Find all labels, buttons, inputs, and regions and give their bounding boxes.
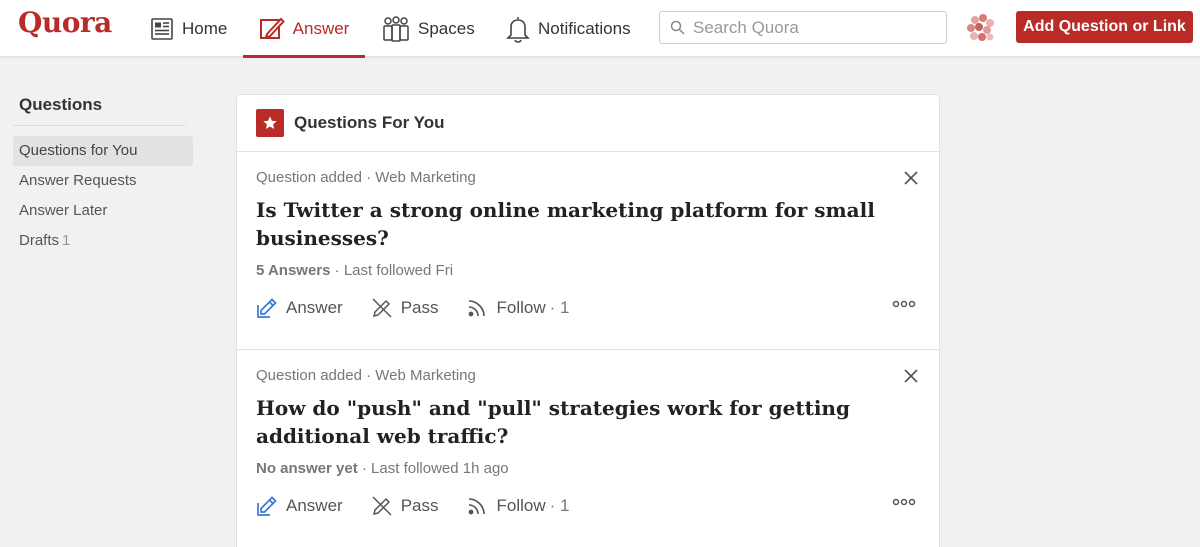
question-meta: Question added · Web Marketing (256, 367, 476, 384)
pass-button[interactable]: Pass (371, 297, 439, 319)
bell-icon (506, 16, 530, 43)
people-group-icon (383, 15, 409, 42)
rss-icon (469, 300, 486, 317)
last-followed: · Last followed Fri (330, 262, 454, 279)
search-icon (670, 20, 685, 35)
follow-label: Follow (496, 298, 546, 317)
user-avatar[interactable] (963, 10, 999, 46)
question-title[interactable]: How do "push" and "pull" strategies work… (256, 394, 876, 450)
last-followed: · Last followed 1h ago (357, 460, 509, 477)
close-icon[interactable] (903, 368, 919, 384)
star-icon (256, 109, 284, 137)
answer-count[interactable]: 5 Answers (256, 262, 330, 279)
question-meta: Question added · Web Marketing (256, 169, 476, 186)
sidebar-item-answer-requests[interactable]: Answer Requests (13, 166, 193, 196)
follow-count: · 1 (549, 496, 570, 515)
question-card: Question added · Web Marketing How do "p… (237, 350, 939, 547)
question-stats: No answer yet · Last followed 1h ago (256, 459, 920, 479)
follow-button[interactable]: Follow · 1 (466, 297, 569, 319)
nav-answer-label: Answer (292, 18, 350, 38)
answer-label: Answer (286, 298, 343, 317)
sidebar-item-label: Drafts (19, 232, 60, 249)
question-stats: 5 Answers · Last followed Fri (256, 261, 920, 281)
nav-answer[interactable]: Answer (243, 0, 365, 58)
answer-count[interactable]: No answer yet (256, 460, 358, 477)
sidebar-item-label: Questions for You (19, 142, 138, 159)
nav-spaces-label: Spaces (418, 18, 475, 38)
answer-button[interactable]: Answer (256, 297, 343, 319)
sidebar-item-drafts[interactable]: Drafts 1 (13, 226, 193, 256)
question-actions: Answer Pass Follow · 1 (256, 491, 920, 521)
nav-home-label: Home (182, 18, 228, 38)
follow-count: · 1 (549, 298, 570, 317)
nav-notifications-label: Notifications (538, 18, 631, 38)
follow-button[interactable]: Follow · 1 (466, 495, 569, 517)
pencil-icon (257, 496, 277, 516)
more-options-icon[interactable] (892, 300, 916, 308)
questions-feed: Questions For You Question added · Web M… (236, 94, 940, 547)
more-options-icon[interactable] (892, 498, 916, 506)
questions-sidebar: Questions Questions for You Answer Reque… (13, 95, 193, 256)
answer-label: Answer (286, 496, 343, 515)
nav-spaces[interactable]: Spaces (382, 0, 475, 57)
search-box[interactable] (659, 11, 947, 44)
answer-button[interactable]: Answer (256, 495, 343, 517)
quora-logo[interactable]: Quora (18, 6, 112, 39)
follow-label: Follow (496, 496, 546, 515)
pass-label: Pass (400, 298, 439, 317)
top-navbar: Quora Home Answer Spaces Notifications S… (0, 0, 1200, 58)
pass-label: Pass (400, 496, 439, 515)
sidebar-title: Questions (13, 95, 186, 126)
pencil-icon (257, 298, 277, 318)
sidebar-item-label: Answer Later (19, 202, 108, 219)
search-input[interactable] (693, 17, 933, 38)
pass-pencil-icon (372, 496, 392, 516)
feed-header: Questions For You (237, 95, 939, 152)
pass-pencil-icon (372, 298, 392, 318)
nav-notifications[interactable]: Notifications (506, 0, 631, 57)
home-feed-icon (151, 17, 173, 40)
sidebar-item-label: Answer Requests (19, 172, 137, 189)
close-icon[interactable] (903, 170, 919, 186)
pass-button[interactable]: Pass (371, 495, 439, 517)
sidebar-item-questions-for-you[interactable]: Questions for You (13, 136, 193, 166)
pencil-square-icon (259, 17, 285, 39)
feed-title: Questions For You (294, 113, 445, 132)
nav-home[interactable]: Home (150, 0, 227, 57)
sidebar-item-answer-later[interactable]: Answer Later (13, 196, 193, 226)
question-title[interactable]: Is Twitter a strong online marketing pla… (256, 196, 876, 252)
question-actions: Answer Pass Follow · 1 (256, 293, 920, 323)
rss-icon (469, 498, 486, 515)
question-card: Question added · Web Marketing Is Twitte… (237, 152, 939, 350)
add-question-button[interactable]: Add Question or Link (1016, 11, 1193, 43)
drafts-count: 1 (62, 232, 71, 249)
